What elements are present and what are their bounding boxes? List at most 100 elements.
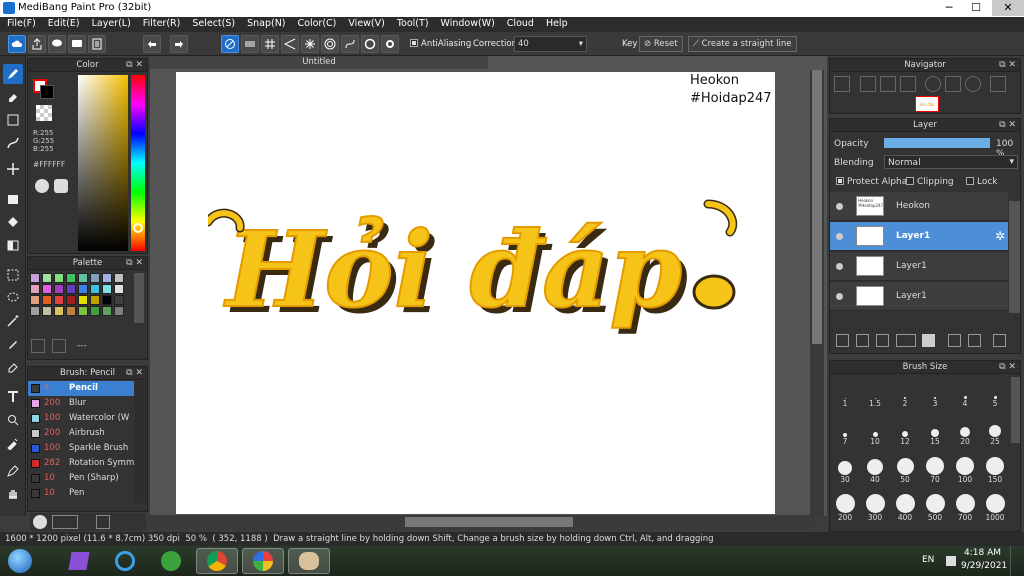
brush-size-option[interactable]: 2 [891,377,919,408]
canvas-paper[interactable]: Heokon #Hoidap247 Hỏi đáp Hỏi đáp [176,72,775,514]
undo-button[interactable] [143,35,161,53]
layer-row[interactable]: Heokon #Hoidap247 Heokon [830,192,1008,221]
zoom-out-icon[interactable] [860,76,876,92]
concentric-snap-button[interactable] [321,35,339,53]
brush-scrollbar[interactable] [134,381,147,503]
brush-item[interactable]: #3a3a3a 10 Pen (Sharp) [28,471,134,486]
brush-tool[interactable] [3,64,23,84]
brush-size-option[interactable]: 100 [951,453,979,484]
pen-tool[interactable] [3,461,23,481]
redo-button[interactable] [170,35,188,53]
merge-down-icon[interactable] [968,334,981,347]
brush-size-option[interactable]: 4 [951,377,979,408]
palette-swatch[interactable] [54,273,64,283]
palette-swatch[interactable] [102,284,112,294]
menu-view[interactable]: View(V) [341,17,384,32]
radial-snap-button[interactable] [301,35,319,53]
reset-rotate-icon[interactable] [945,76,961,92]
palette-swatch[interactable] [42,295,52,305]
brush-size-option[interactable]: 15 [921,415,949,446]
palette-swatch[interactable] [90,306,100,316]
menu-layer[interactable]: Layer(L) [85,17,131,32]
move-tool[interactable] [3,159,23,179]
close-button[interactable]: ✕ [992,0,1024,16]
menu-filter[interactable]: Filter(R) [136,17,181,32]
brush-size-option[interactable]: 700 [951,491,979,522]
maximize-button[interactable]: ☐ [963,0,989,16]
layer-row[interactable]: Layer1 ✲ [830,222,1008,251]
palette-swatch[interactable] [54,284,64,294]
brush-size-option[interactable]: 12 [891,415,919,446]
taskbar-paint[interactable] [288,548,330,574]
cloud-button[interactable] [8,35,26,53]
share-button[interactable] [28,35,46,53]
palette-swatch[interactable] [78,284,88,294]
palette-swatch[interactable] [30,306,40,316]
taskbar-chrome[interactable] [196,548,238,574]
brush-size-scrollbar[interactable] [1011,377,1020,443]
menu-help[interactable]: Help [539,17,568,32]
background-color-swatch[interactable] [40,85,54,99]
brush-item[interactable]: #2b58d6 100 Sparkle Brush [28,441,134,456]
brush-size-option[interactable]: 3 [921,377,949,408]
brush-size-option[interactable]: 1000 [981,491,1009,522]
menu-select[interactable]: Select(S) [185,17,235,32]
taskbar-medibang[interactable] [242,548,284,574]
divide-tool[interactable] [3,410,23,430]
fit-screen-icon[interactable] [880,76,896,92]
bucket-tool[interactable] [3,212,23,232]
clipping-checkbox[interactable] [906,177,914,185]
new-palette-icon[interactable] [31,339,45,353]
brush-size-option[interactable]: 400 [891,491,919,522]
layer-scrollbar[interactable] [1009,201,1020,313]
menu-edit[interactable]: Edit(E) [41,17,80,32]
document-button[interactable] [88,35,106,53]
select-pen-tool[interactable] [3,334,23,354]
palette-swatch[interactable] [114,273,124,283]
transparent-color-swatch[interactable] [36,105,52,121]
palette-scrollbar[interactable] [134,273,144,323]
duplicate-layer-icon[interactable] [948,334,961,347]
select-tool[interactable] [3,265,23,285]
network-icon[interactable] [946,556,956,566]
antialiasing-option[interactable]: AntiAliasing [410,39,471,49]
perspective-snap-button[interactable] [281,35,299,53]
brush-size-option[interactable]: 5 [981,377,1009,408]
brush-settings-icon[interactable] [96,515,110,529]
brush-size-option[interactable]: 1 [831,377,859,408]
menu-snap[interactable]: Snap(N) [240,17,285,32]
taskbar-internet-explorer[interactable] [104,548,146,574]
visibility-icon[interactable] [836,233,843,240]
palette-swatch[interactable] [66,306,76,316]
layer-row[interactable]: Layer1 [830,282,1008,311]
palette-swatch[interactable] [66,295,76,305]
horizontal-scroll-thumb[interactable] [405,517,573,527]
minimize-button[interactable]: ─ [936,0,962,16]
parallel-snap-button[interactable] [241,35,259,53]
clock-date[interactable]: 9/29/2021 [961,561,1007,571]
brush-size-option[interactable]: 70 [921,453,949,484]
trash-icon[interactable] [52,339,66,353]
brush-size-option[interactable]: 300 [861,491,889,522]
fill-rect-tool[interactable] [3,189,23,209]
palette-swatch[interactable] [102,306,112,316]
brush-size-option[interactable]: 10 [861,415,889,446]
snap-off-button[interactable] [221,35,239,53]
flip-icon[interactable] [990,76,1006,92]
create-straight-line-button[interactable]: ⟋ Create a straight line [688,36,797,52]
opacity-slider[interactable] [884,138,990,148]
protect-alpha-option[interactable]: Protect Alpha [836,177,907,187]
chat-button[interactable] [68,35,86,53]
panel-close-icon[interactable]: ⧉ ✕ [999,119,1016,131]
eraser-tool[interactable] [3,87,23,107]
brush-item[interactable]: #3a3a3a 10 Pen [28,486,134,501]
menu-file[interactable]: File(F) [0,17,36,32]
trash-icon[interactable] [993,334,1006,347]
rectangle-tool[interactable] [3,110,23,130]
rotate-left-icon[interactable] [925,76,941,92]
comment-button[interactable] [48,35,66,53]
brush-menu-icon[interactable] [52,515,78,529]
palette-swatch[interactable] [42,273,52,283]
magic-wand-tool[interactable] [3,311,23,331]
lasso-tool[interactable] [3,288,23,308]
